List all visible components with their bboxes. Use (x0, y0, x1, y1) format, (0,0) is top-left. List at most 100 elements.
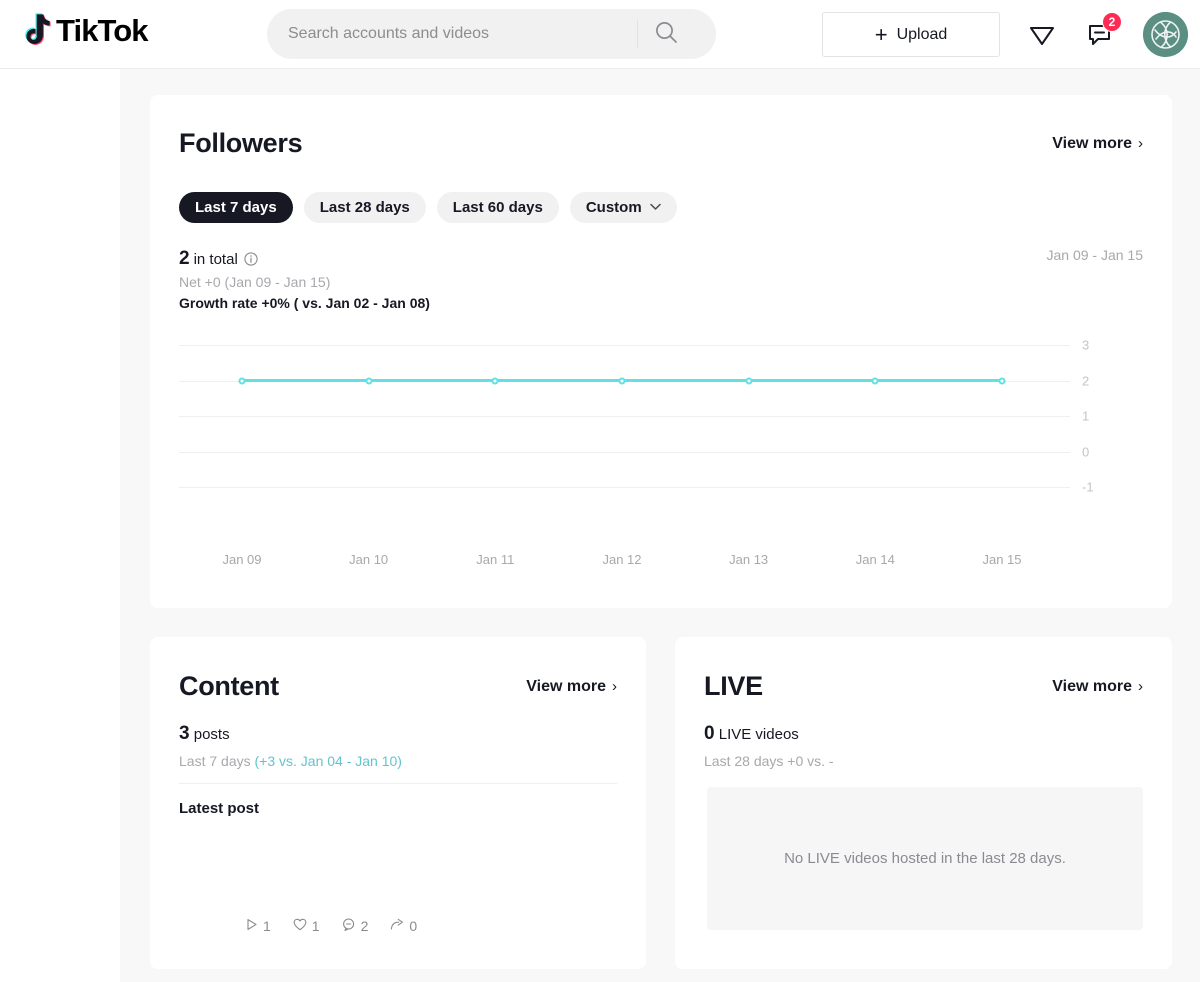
chart-x-axis-label: Jan 14 (855, 552, 895, 567)
chart-line-segment (495, 379, 622, 382)
chart-line-segment (368, 379, 496, 382)
chart-x-axis-label: Jan 12 (602, 552, 642, 567)
view-more-label: View more (1052, 677, 1132, 695)
chart-gridline (179, 487, 1070, 488)
tab-last-28-days[interactable]: Last 28 days (303, 192, 426, 223)
share-count: 0 (409, 918, 418, 934)
tiktok-note-icon (18, 11, 52, 51)
followers-view-more-link[interactable]: View more › (1052, 135, 1143, 153)
content-header: Content View more › (179, 671, 617, 702)
followers-total-value: 2 (179, 248, 190, 269)
live-view-more-link[interactable]: View more › (1052, 678, 1143, 696)
content-period: Last 7 days (179, 753, 255, 769)
view-more-label: View more (526, 677, 606, 695)
share-icon (390, 918, 404, 934)
tiktok-logo[interactable]: TikTok (18, 11, 149, 51)
plus-icon: + (874, 21, 888, 47)
posts-value: 3 (179, 723, 190, 744)
tab-label: Last 28 days (319, 199, 410, 216)
chart-line-segment (748, 379, 876, 382)
tab-label: Last 7 days (195, 199, 277, 216)
chart-line-segment (622, 379, 749, 382)
live-empty-message: No LIVE videos hosted in the last 28 day… (784, 850, 1066, 867)
live-empty-state: No LIVE videos hosted in the last 28 day… (707, 787, 1143, 930)
info-icon[interactable] (244, 252, 258, 266)
content-view-more-link[interactable]: View more › (526, 678, 617, 696)
live-videos-label: LIVE videos (718, 726, 799, 743)
post-stat-plays: 1 (245, 918, 271, 934)
chart-y-axis-label: 2 (1082, 373, 1090, 388)
followers-title: Followers (179, 128, 303, 158)
chart-data-point[interactable] (998, 377, 1006, 384)
heart-icon (293, 918, 307, 934)
chart-data-point[interactable] (871, 377, 879, 384)
chart-x-axis-label: Jan 11 (476, 552, 515, 567)
paper-plane-icon[interactable] (1024, 17, 1060, 53)
view-more-label: View more (1052, 134, 1132, 152)
tab-custom-range[interactable]: Custom (569, 192, 677, 223)
comment-count: 2 (360, 918, 369, 934)
followers-card: Followers View more › Last 7 days Last 2… (150, 95, 1172, 608)
post-stat-comments: 2 (342, 918, 369, 934)
content-posts-metric: 3 posts (179, 723, 230, 745)
tab-label: Custom (585, 199, 642, 216)
chart-data-point[interactable] (491, 377, 499, 384)
followers-growth-line: Growth rate +0% ( vs. Jan 02 - Jan 08) (179, 295, 430, 311)
chart-y-axis-label: 0 (1082, 444, 1090, 459)
content-delta: (+3 vs. Jan 04 - Jan 10) (254, 753, 402, 769)
followers-date-range: Jan 09 - Jan 15 (1046, 247, 1143, 263)
post-stat-likes: 1 (293, 918, 320, 934)
chart-data-point[interactable] (365, 377, 373, 384)
chart-gridline (179, 451, 1070, 453)
avatar[interactable] (1143, 12, 1188, 57)
content-card: Content View more › 3 posts Last 7 days … (150, 637, 646, 969)
live-card: LIVE View more › 0 LIVE videos Last 28 d… (675, 637, 1172, 969)
posts-label: posts (193, 726, 230, 743)
followers-total: 2 in total (179, 248, 258, 270)
date-range-tabs: Last 7 days Last 28 days Last 60 days Cu… (179, 192, 677, 223)
live-title: LIVE (704, 671, 763, 701)
upload-button[interactable]: + Upload (822, 12, 1000, 57)
chart-x-axis-label: Jan 10 (349, 552, 389, 567)
like-count: 1 (311, 918, 320, 934)
search-bar[interactable] (267, 9, 716, 59)
live-header: LIVE View more › (704, 671, 1143, 702)
left-sidebar (0, 69, 120, 982)
tab-last-7-days[interactable]: Last 7 days (179, 192, 293, 223)
latest-post-label: Latest post (179, 800, 260, 817)
latest-post-stats: 1 1 2 0 (245, 918, 417, 934)
chart-y-axis-label: 1 (1082, 408, 1090, 424)
chart-y-axis-label: -1 (1082, 479, 1094, 495)
followers-line-chart: 3 2 1 0 -1 Jan 09 Jan 10 Jan 11 Jan 12 Jan 13 Jan … (179, 327, 1143, 577)
chart-x-axis-label: Jan 09 (222, 552, 262, 567)
search-button[interactable] (638, 11, 694, 57)
post-stat-shares: 0 (390, 918, 417, 934)
content-period-line: Last 7 days (+3 vs. Jan 04 - Jan 10) (179, 753, 402, 769)
tab-last-60-days[interactable]: Last 60 days (436, 192, 559, 223)
chart-data-point[interactable] (618, 377, 626, 384)
followers-header: Followers View more › (179, 128, 1143, 159)
upload-label: Upload (896, 25, 948, 43)
chart-data-point[interactable] (238, 377, 246, 384)
chart-y-axis-label: 3 (1082, 337, 1090, 353)
live-videos-metric: 0 LIVE videos (704, 723, 799, 745)
chevron-right-icon: › (612, 678, 617, 695)
top-header: TikTok + Upload (0, 0, 1200, 69)
chart-data-point[interactable] (745, 377, 753, 384)
live-videos-value: 0 (704, 723, 715, 744)
play-count: 1 (263, 918, 271, 934)
chart-gridline (179, 416, 1070, 417)
chart-x-axis-label: Jan 15 (982, 552, 1022, 567)
chevron-down-icon (649, 202, 661, 214)
chart-x-axis-label: Jan 13 (729, 552, 769, 567)
message-icon[interactable]: 2 (1083, 12, 1122, 53)
followers-total-label: in total (193, 250, 238, 268)
tab-label: Last 60 days (452, 199, 543, 216)
tiktok-wordmark: TikTok (56, 13, 149, 48)
chevron-right-icon: › (1138, 678, 1143, 695)
play-icon (245, 918, 258, 934)
comment-icon (342, 918, 356, 934)
message-badge: 2 (1102, 12, 1122, 32)
search-input[interactable] (267, 11, 637, 57)
content-title: Content (179, 671, 279, 701)
